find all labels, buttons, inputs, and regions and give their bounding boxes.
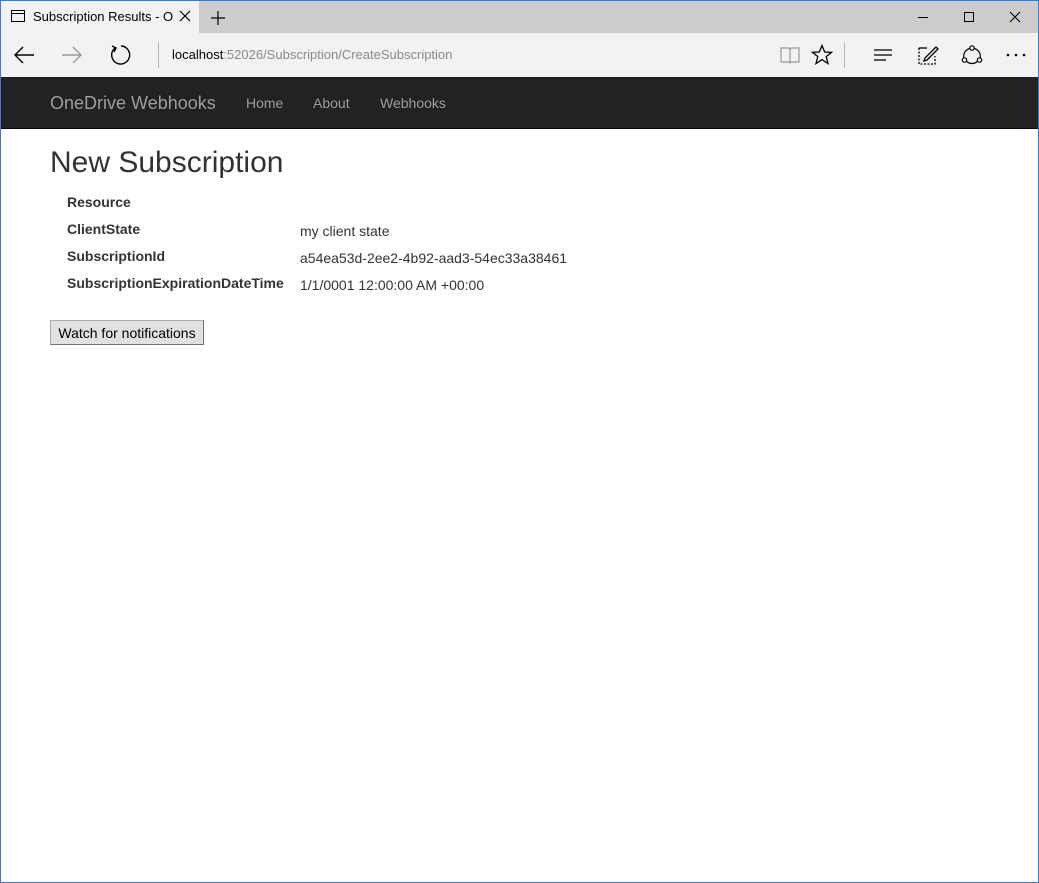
back-icon[interactable]	[12, 43, 36, 67]
tab-title: Subscription Results - O	[33, 9, 173, 24]
browser-tab[interactable]: Subscription Results - O	[1, 1, 199, 33]
watch-for-notifications-button[interactable]: Watch for notifications	[50, 320, 204, 345]
address-host: localhost	[172, 47, 224, 62]
address-bar[interactable]: localhost:52026/Subscription/CreateSubsc…	[172, 47, 452, 62]
field-label-expiration: SubscriptionExpirationDateTime	[67, 275, 284, 291]
field-value-expiration: 1/1/0001 12:00:00 AM +00:00	[300, 277, 485, 293]
minimize-button[interactable]	[900, 1, 946, 33]
web-note-icon[interactable]	[916, 43, 940, 67]
favorite-star-icon[interactable]	[810, 43, 834, 67]
forward-icon[interactable]	[60, 43, 84, 67]
address-separator	[158, 42, 159, 68]
address-path: :52026/Subscription/CreateSubscription	[223, 47, 453, 62]
nav-link-about[interactable]: About	[313, 95, 350, 111]
page-title: New Subscription	[50, 146, 284, 179]
maximize-icon	[964, 12, 974, 22]
field-label-resource: Resource	[67, 194, 131, 210]
reading-view-icon[interactable]	[778, 43, 802, 67]
site-navbar: OneDrive Webhooks Home About Webhooks	[1, 77, 1038, 129]
maximize-button[interactable]	[946, 1, 992, 33]
close-icon	[1009, 11, 1021, 23]
hub-icon[interactable]	[872, 43, 896, 67]
close-window-button[interactable]	[992, 1, 1038, 33]
page-icon	[11, 10, 25, 22]
brand-link[interactable]: OneDrive Webhooks	[50, 93, 216, 114]
share-icon[interactable]	[960, 43, 984, 67]
field-label-client-state: ClientState	[67, 221, 141, 237]
browser-toolbar: localhost:52026/Subscription/CreateSubsc…	[1, 33, 1038, 77]
field-label-subscription-id: SubscriptionId	[67, 248, 165, 264]
more-icon[interactable]	[1004, 43, 1028, 67]
nav-link-webhooks[interactable]: Webhooks	[380, 95, 446, 111]
new-tab-icon[interactable]	[210, 10, 226, 26]
field-value-subscription-id: a54ea53d-2ee2-4b92-aad3-54ec33a38461	[300, 250, 568, 266]
toolbar-separator	[844, 42, 845, 68]
tab-strip: Subscription Results - O	[1, 1, 1038, 33]
field-value-client-state: my client state	[300, 223, 390, 239]
close-tab-icon[interactable]	[178, 9, 192, 23]
nav-link-home[interactable]: Home	[246, 95, 283, 111]
minimize-icon	[918, 17, 928, 18]
refresh-icon[interactable]	[108, 43, 132, 67]
browser-window: Subscription Results - O localhost:52026…	[0, 0, 1039, 883]
